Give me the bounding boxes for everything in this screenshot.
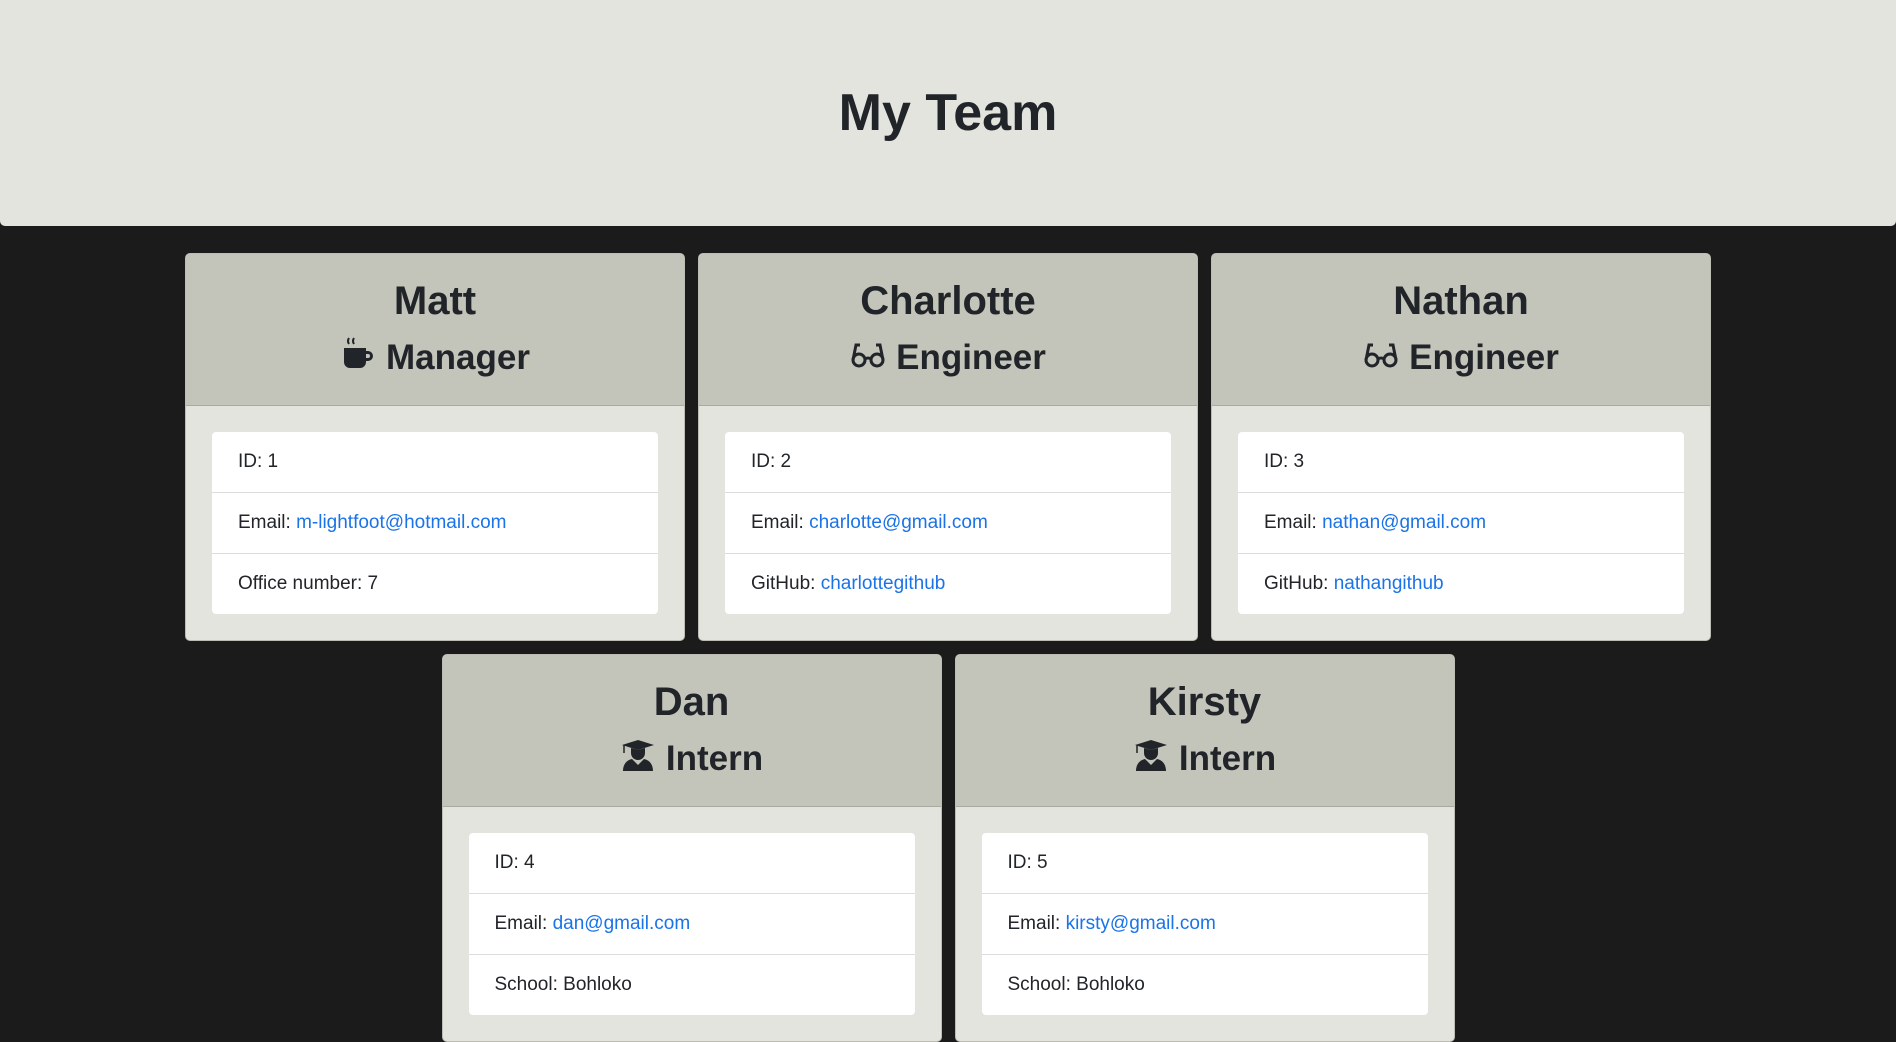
page-header: My Team [0, 0, 1896, 226]
card-body: ID: 2 Email: charlotte@gmail.com GitHub:… [699, 406, 1197, 640]
role-label: Engineer [896, 338, 1046, 377]
team-row: Matt Manager ID: 1 Email: m-lightfoot@ho… [0, 253, 1896, 641]
email-item: Email: m-lightfoot@hotmail.com [212, 493, 658, 554]
card-header: Kirsty Intern [955, 655, 1454, 807]
card-body: ID: 4 Email: dan@gmail.com School: Bohlo… [443, 807, 941, 1041]
card-header: Charlotte Engineer [699, 254, 1197, 406]
email-label: Email: [238, 512, 297, 533]
email-link[interactable]: charlotte@gmail.com [809, 512, 988, 533]
extra-label: Office number: [238, 573, 368, 594]
email-label: Email: [1007, 913, 1066, 934]
id-item: ID: 2 [725, 432, 1171, 493]
details-list: ID: 4 Email: dan@gmail.com School: Bohlo… [468, 833, 915, 1015]
details-list: ID: 3 Email: nathan@gmail.com GitHub: na… [1238, 432, 1684, 614]
extra-value: 7 [367, 573, 379, 594]
employee-card: Charlotte Engineer ID: 2 Email: charlott… [698, 253, 1198, 641]
email-link[interactable]: nathan@gmail.com [1322, 512, 1486, 533]
employee-name: Kirsty [1147, 679, 1262, 724]
glasses-icon [850, 336, 886, 381]
employee-role: Intern [1133, 737, 1276, 782]
card-body: ID: 1 Email: m-lightfoot@hotmail.com Off… [186, 406, 684, 640]
email-label: Email: [751, 512, 810, 533]
extra-label: School: [494, 974, 564, 995]
role-label: Engineer [1409, 338, 1559, 377]
employee-role: Engineer [1363, 336, 1559, 381]
extra-item: School: Bohloko [982, 955, 1428, 1015]
id-item: ID: 4 [468, 833, 915, 894]
employee-card: Nathan Engineer ID: 3 Email: nathan@gmai… [1211, 253, 1711, 641]
employee-role: Manager [340, 336, 530, 381]
team-row: Dan Intern ID: 4 Email: dan@gmail.com Sc… [0, 654, 1896, 1042]
role-label: Manager [386, 338, 530, 377]
id-item: ID: 1 [212, 432, 658, 493]
email-item: Email: dan@gmail.com [468, 894, 915, 955]
email-link[interactable]: dan@gmail.com [553, 913, 691, 934]
github-link[interactable]: charlottegithub [821, 573, 946, 594]
role-label: Intern [1178, 739, 1277, 778]
card-body: ID: 5 Email: kirsty@gmail.com School: Bo… [956, 807, 1454, 1041]
email-link[interactable]: kirsty@gmail.com [1066, 913, 1216, 934]
graduate-icon [1133, 737, 1169, 782]
employee-name: Nathan [1393, 278, 1529, 323]
graduate-icon [620, 737, 656, 782]
employee-card: Matt Manager ID: 1 Email: m-lightfoot@ho… [185, 253, 685, 641]
email-item: Email: charlotte@gmail.com [725, 493, 1171, 554]
page-title: My Team [838, 84, 1058, 142]
extra-label: GitHub: [1264, 573, 1334, 594]
email-label: Email: [1264, 512, 1323, 533]
extra-value: Bohloko [1076, 974, 1145, 995]
employee-name: Matt [393, 278, 477, 323]
extra-item: School: Bohloko [469, 955, 915, 1015]
id-item: ID: 3 [1238, 432, 1684, 493]
card-header: Dan Intern [442, 655, 941, 807]
glasses-icon [1363, 336, 1399, 381]
role-label: Intern [665, 739, 764, 778]
extra-item: GitHub: nathangithub [1238, 554, 1684, 614]
employee-card: Dan Intern ID: 4 Email: dan@gmail.com Sc… [441, 654, 942, 1042]
employee-role: Intern [620, 737, 763, 782]
email-link[interactable]: m-lightfoot@hotmail.com [296, 512, 506, 533]
email-label: Email: [494, 913, 553, 934]
id-item: ID: 5 [981, 833, 1428, 894]
employee-name: Dan [653, 679, 730, 724]
email-item: Email: kirsty@gmail.com [981, 894, 1428, 955]
github-link[interactable]: nathangithub [1334, 573, 1444, 594]
card-header: Nathan Engineer [1212, 254, 1710, 406]
details-list: ID: 1 Email: m-lightfoot@hotmail.com Off… [212, 432, 658, 614]
extra-item: Office number: 7 [212, 554, 658, 614]
card-body: ID: 3 Email: nathan@gmail.com GitHub: na… [1212, 406, 1710, 640]
card-header: Matt Manager [186, 254, 684, 406]
employee-card: Kirsty Intern ID: 5 Email: kirsty@gmail.… [954, 654, 1455, 1042]
employee-role: Engineer [850, 336, 1046, 381]
email-item: Email: nathan@gmail.com [1238, 493, 1684, 554]
details-list: ID: 2 Email: charlotte@gmail.com GitHub:… [725, 432, 1171, 614]
employee-name: Charlotte [860, 278, 1036, 323]
coffee-icon [340, 336, 376, 381]
extra-item: GitHub: charlottegithub [725, 554, 1171, 614]
extra-label: School: [1007, 974, 1077, 995]
extra-value: Bohloko [563, 974, 632, 995]
extra-label: GitHub: [751, 573, 821, 594]
details-list: ID: 5 Email: kirsty@gmail.com School: Bo… [981, 833, 1428, 1015]
